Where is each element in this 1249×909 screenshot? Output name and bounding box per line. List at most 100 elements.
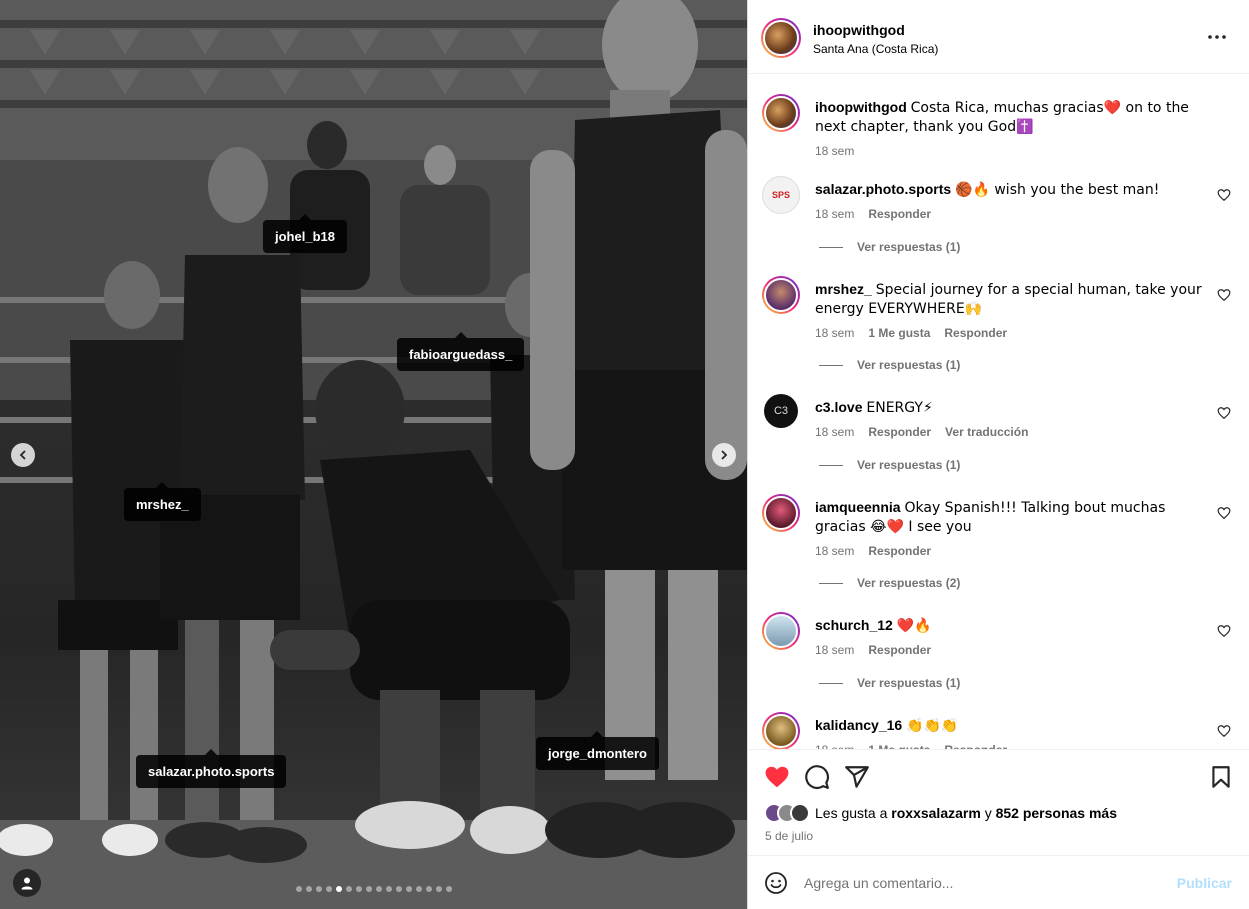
comment-item: C3 c3.love ENERGY⚡ 18 sem Responder Ver … bbox=[748, 394, 1249, 484]
likes-summary[interactable]: Les gusta a roxxsalazarm y 852 personas … bbox=[764, 803, 1117, 823]
comment-avatar[interactable]: C3 bbox=[764, 394, 798, 428]
heart-icon[interactable] bbox=[1217, 406, 1231, 420]
carousel-dot bbox=[346, 886, 352, 892]
caption-time: 18 sem bbox=[815, 144, 855, 158]
carousel-dot bbox=[426, 886, 432, 892]
author-username[interactable]: ihoopwithgod bbox=[813, 22, 905, 38]
post-header: ihoopwithgod Santa Ana (Costa Rica) bbox=[748, 0, 1249, 74]
post-caption: ihoopwithgod Costa Rica, muchas gracias❤… bbox=[748, 94, 1249, 164]
photo-tag[interactable]: fabioarguedass_ bbox=[397, 332, 525, 371]
comment-item: mrshez_ Special journey for a special hu… bbox=[748, 276, 1249, 386]
comment-avatar[interactable]: SPS bbox=[762, 176, 800, 214]
carousel-dot bbox=[356, 886, 362, 892]
comment-avatar[interactable] bbox=[762, 712, 800, 749]
comment-text: ❤️🔥 bbox=[896, 618, 932, 634]
photo-tag[interactable]: salazar.photo.sports bbox=[136, 749, 287, 788]
carousel-dot bbox=[436, 886, 442, 892]
translate-button[interactable]: Ver traducción bbox=[945, 423, 1028, 441]
comment-username[interactable]: kalidancy_16 bbox=[815, 717, 902, 733]
tagged-users-button[interactable] bbox=[13, 869, 41, 897]
likes-others[interactable]: 852 personas más bbox=[996, 805, 1117, 821]
reply-button[interactable]: Responder bbox=[868, 641, 931, 659]
view-replies-button[interactable]: Ver respuestas (1) bbox=[819, 240, 960, 254]
carousel-dot bbox=[366, 886, 372, 892]
comment-avatar[interactable] bbox=[762, 494, 800, 532]
comment-avatar[interactable] bbox=[762, 276, 800, 314]
comment-icon[interactable] bbox=[804, 764, 830, 790]
reply-button[interactable]: Responder bbox=[868, 423, 931, 441]
comment-username[interactable]: iamqueennia bbox=[815, 499, 901, 515]
emoji-icon[interactable] bbox=[764, 871, 788, 895]
comment-item: iamqueennia Okay Spanish!!! Talking bout… bbox=[748, 494, 1249, 604]
post-actions: Les gusta a roxxsalazarm y 852 personas … bbox=[748, 749, 1249, 855]
carousel-dot bbox=[326, 886, 332, 892]
carousel-dot bbox=[316, 886, 322, 892]
user-icon bbox=[21, 877, 33, 890]
comment-time: 18 sem bbox=[815, 643, 855, 657]
likes-user[interactable]: roxxsalazarm bbox=[891, 805, 981, 821]
heart-icon[interactable] bbox=[1217, 724, 1231, 738]
comment-username[interactable]: mrshez_ bbox=[815, 281, 872, 297]
comment-text: 👏👏👏 bbox=[906, 718, 959, 734]
caption-username[interactable]: ihoopwithgod bbox=[815, 99, 907, 115]
comment-composer: Publicar bbox=[748, 855, 1249, 909]
more-icon[interactable] bbox=[1205, 28, 1229, 46]
carousel-dots bbox=[296, 886, 452, 892]
comment-username[interactable]: c3.love bbox=[815, 399, 862, 415]
comment-likes[interactable]: 1 Me gusta bbox=[868, 741, 930, 749]
photo-tag[interactable]: jorge_dmontero bbox=[536, 731, 659, 770]
carousel-dot bbox=[396, 886, 402, 892]
heart-icon[interactable] bbox=[764, 764, 790, 790]
reply-button[interactable]: Responder bbox=[868, 542, 931, 560]
comment-time: 18 sem bbox=[815, 425, 855, 439]
comment-time: 18 sem bbox=[815, 326, 855, 340]
comment-username[interactable]: salazar.photo.sports bbox=[815, 181, 951, 197]
comments-list[interactable]: ihoopwithgod Costa Rica, muchas gracias❤… bbox=[748, 74, 1249, 749]
carousel-dot bbox=[386, 886, 392, 892]
heart-icon[interactable] bbox=[1217, 624, 1231, 638]
comment-username[interactable]: schurch_12 bbox=[815, 617, 893, 633]
heart-icon[interactable] bbox=[1217, 506, 1231, 520]
comment-time: 18 sem bbox=[815, 544, 855, 558]
reply-button[interactable]: Responder bbox=[868, 205, 931, 223]
carousel-dot bbox=[446, 886, 452, 892]
liker-avatar bbox=[790, 803, 810, 823]
caption-avatar[interactable] bbox=[762, 94, 800, 132]
post-location[interactable]: Santa Ana (Costa Rica) bbox=[813, 42, 938, 56]
comment-text: Special journey for a special human, tak… bbox=[815, 282, 1202, 317]
chevron-right-icon bbox=[721, 450, 728, 460]
prev-photo-button[interactable] bbox=[11, 443, 35, 467]
post-date: 5 de julio bbox=[765, 829, 814, 843]
comment-likes[interactable]: 1 Me gusta bbox=[868, 324, 930, 342]
comment-avatar[interactable] bbox=[762, 612, 800, 650]
carousel-dot bbox=[376, 886, 382, 892]
reply-button[interactable]: Responder bbox=[944, 741, 1007, 749]
likes-connector: y bbox=[984, 805, 992, 821]
publish-button[interactable]: Publicar bbox=[1177, 875, 1232, 891]
post-modal: johel_b18 fabioarguedass_ mrshez_ salaza… bbox=[0, 0, 1249, 909]
carousel-dot bbox=[296, 886, 302, 892]
carousel-dot bbox=[306, 886, 312, 892]
heart-icon[interactable] bbox=[1217, 188, 1231, 202]
view-replies-button[interactable]: Ver respuestas (1) bbox=[819, 358, 960, 372]
comment-text: 🏀🔥 wish you the best man! bbox=[955, 182, 1160, 198]
comment-input[interactable] bbox=[804, 872, 1154, 894]
carousel-dot bbox=[416, 886, 422, 892]
share-icon[interactable] bbox=[844, 764, 870, 790]
photo-tag[interactable]: johel_b18 bbox=[263, 214, 347, 253]
view-replies-button[interactable]: Ver respuestas (1) bbox=[819, 676, 960, 690]
author-avatar[interactable] bbox=[761, 18, 801, 58]
comment-item: schurch_12 ❤️🔥 18 sem Responder Ver resp… bbox=[748, 612, 1249, 702]
likes-prefix: Les gusta a bbox=[815, 805, 888, 821]
post-photo[interactable]: johel_b18 fabioarguedass_ mrshez_ salaza… bbox=[0, 0, 747, 909]
comment-time: 18 sem bbox=[815, 741, 854, 749]
bookmark-icon[interactable] bbox=[1208, 764, 1234, 790]
post-side-panel: ihoopwithgod Santa Ana (Costa Rica) ihoo… bbox=[747, 0, 1249, 909]
reply-button[interactable]: Responder bbox=[944, 324, 1007, 342]
next-photo-button[interactable] bbox=[712, 443, 736, 467]
view-replies-button[interactable]: Ver respuestas (1) bbox=[819, 458, 960, 472]
photo-tag[interactable]: mrshez_ bbox=[124, 482, 201, 521]
heart-icon[interactable] bbox=[1217, 288, 1231, 302]
view-replies-button[interactable]: Ver respuestas (2) bbox=[819, 576, 960, 590]
comment-text: ENERGY⚡ bbox=[866, 400, 933, 416]
